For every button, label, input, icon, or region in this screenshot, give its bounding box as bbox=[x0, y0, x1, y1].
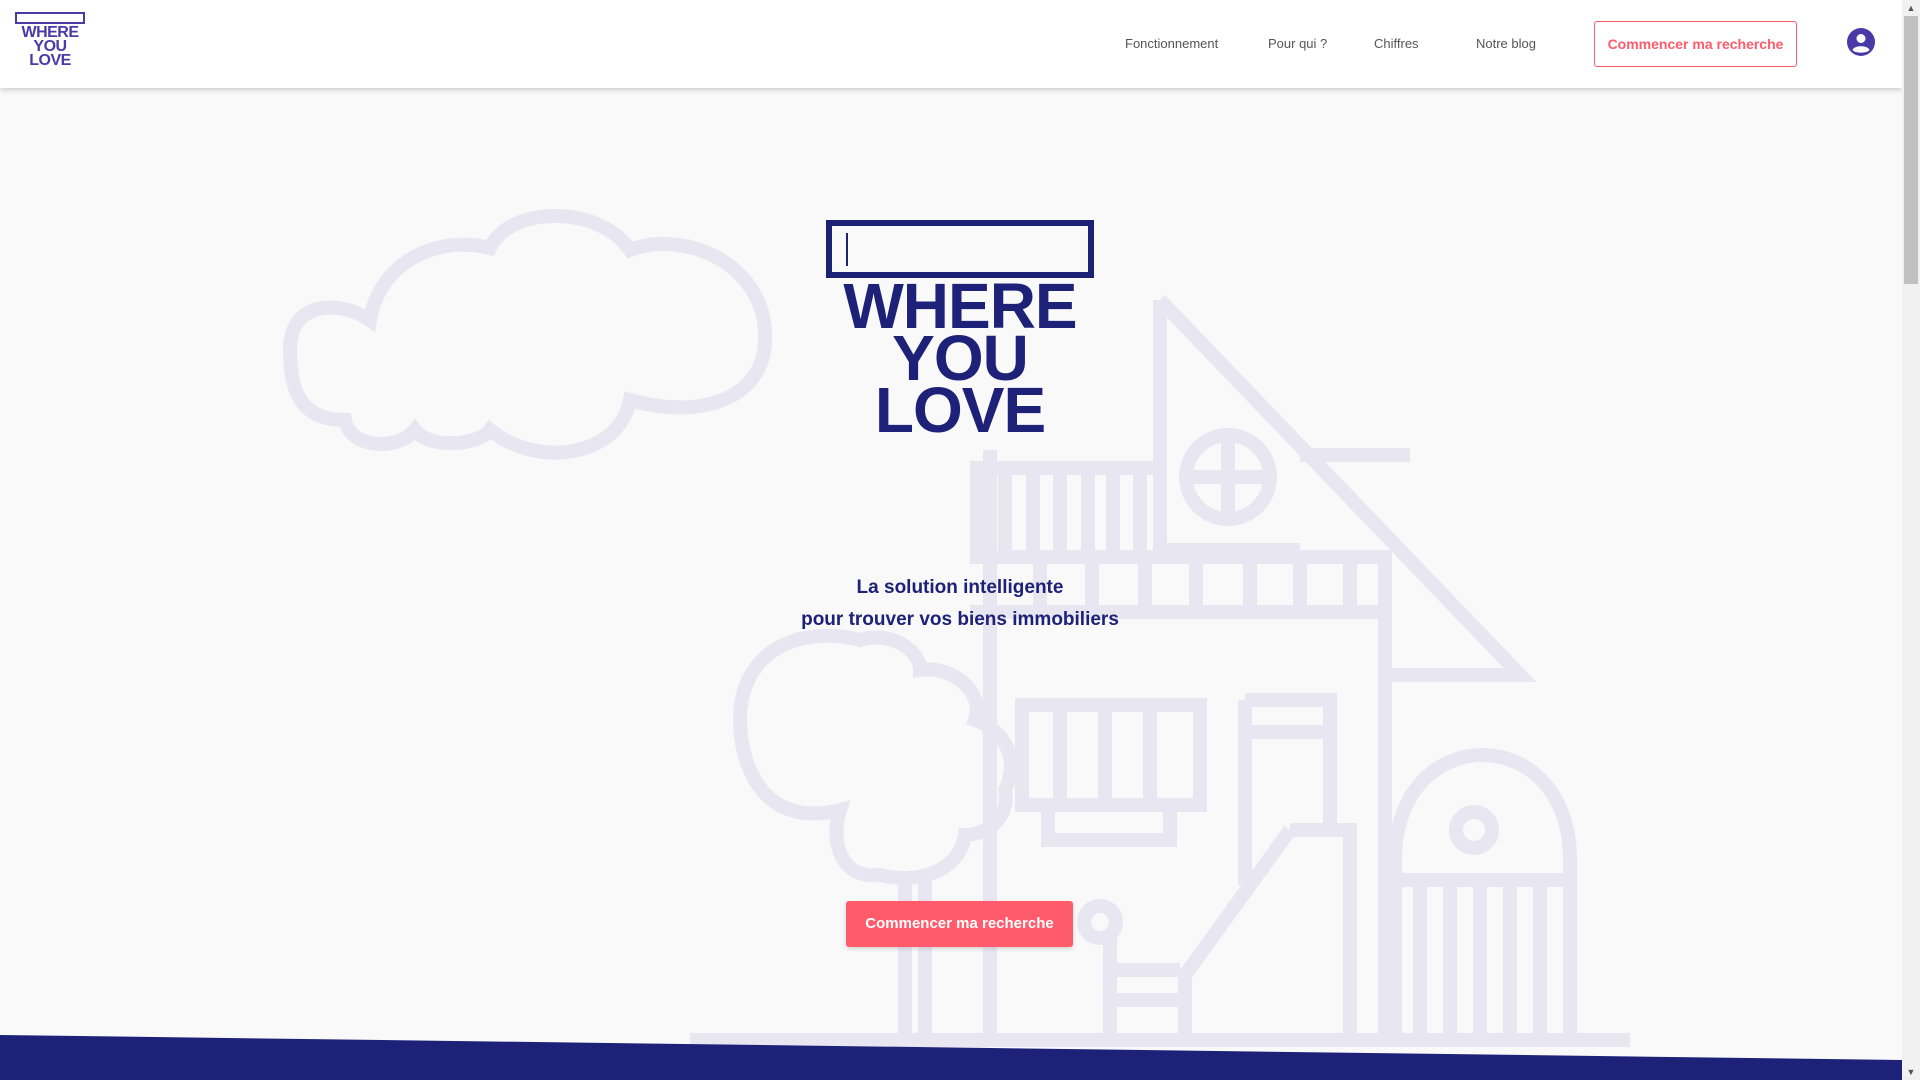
site-header: WHERE YOU LOVE Fonctionnement Pour qui ? C… bbox=[0, 0, 1902, 88]
vertical-scrollbar[interactable]: ▲ ▼ bbox=[1902, 0, 1920, 1080]
scroll-up-arrow-icon[interactable]: ▲ bbox=[1902, 0, 1920, 16]
header-logo-text: WHERE YOU LOVE bbox=[21, 24, 79, 69]
logo-search-bar-icon bbox=[15, 12, 85, 24]
hero-tagline: La solution intelligente pour trouver vo… bbox=[660, 572, 1260, 636]
tagline-line-2: pour trouver vos biens immobiliers bbox=[801, 609, 1119, 630]
scrollbar-thumb[interactable] bbox=[1904, 16, 1918, 284]
header-start-search-button[interactable]: Commencer ma recherche bbox=[1594, 21, 1797, 67]
hero-logo: WHERE YOU LOVE bbox=[826, 220, 1094, 445]
header-logo[interactable]: WHERE YOU LOVE bbox=[15, 10, 89, 72]
text-cursor-icon bbox=[846, 233, 848, 266]
nav-pour-qui[interactable]: Pour qui ? bbox=[1268, 36, 1327, 51]
hero-logo-text: WHERE YOU LOVE bbox=[843, 270, 1077, 446]
hero-start-search-button[interactable]: Commencer ma recherche bbox=[846, 901, 1073, 947]
nav-notre-blog[interactable]: Notre blog bbox=[1476, 36, 1536, 51]
tagline-line-1: La solution intelligente bbox=[856, 577, 1064, 598]
scroll-down-arrow-icon[interactable]: ▼ bbox=[1902, 1064, 1920, 1080]
user-circle-icon[interactable] bbox=[1847, 28, 1875, 56]
nav-fonctionnement[interactable]: Fonctionnement bbox=[1125, 36, 1218, 51]
nav-chiffres[interactable]: Chiffres bbox=[1374, 36, 1419, 51]
bottom-navy-band bbox=[0, 1035, 1902, 1080]
